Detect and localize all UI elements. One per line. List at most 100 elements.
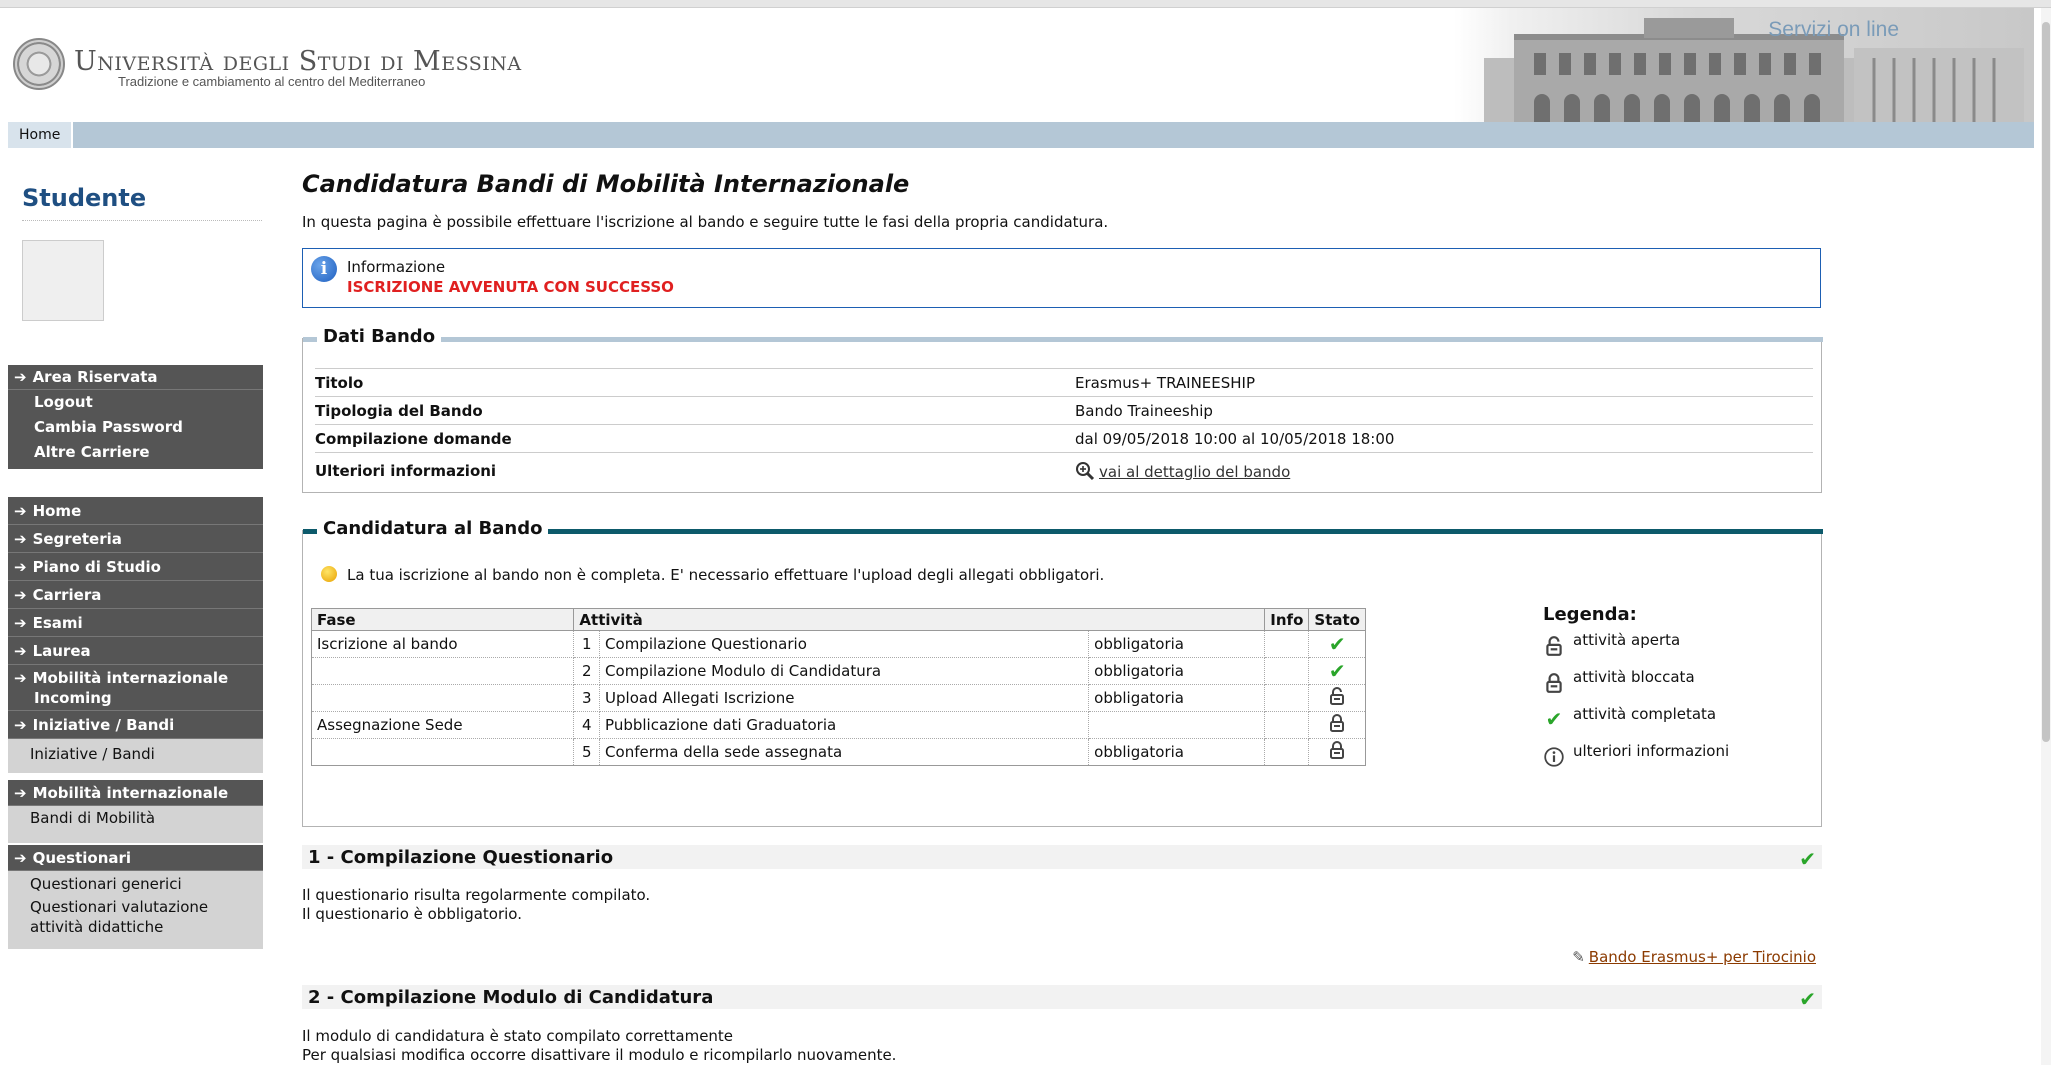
zoom-in-icon xyxy=(1076,461,1095,480)
page-description: In questa pagina è possibile effettuare … xyxy=(302,213,1109,231)
sidebar-item-esami[interactable]: ➔ Esami xyxy=(8,609,263,637)
banner-title: Servizi on line xyxy=(1768,18,1899,41)
cell-num: 2 xyxy=(573,657,601,685)
row-key: Ulteriori informazioni xyxy=(315,461,497,480)
cell-obbligatoria: obbligatoria xyxy=(1088,630,1266,658)
sidebar-item-label: Piano di Studio xyxy=(32,558,161,576)
legenda-item: attività bloccata xyxy=(1543,668,1803,705)
scrollbar-thumb[interactable] xyxy=(2042,22,2050,742)
table-row: Titolo Erasmus+ TRAINEESHIP xyxy=(315,368,1813,397)
sidebar-subitem-iniziative-bandi[interactable]: Iniziative / Bandi xyxy=(8,739,263,773)
area-riservata-label: Area Riservata xyxy=(32,368,158,386)
sidebar-item-label: Iniziative / Bandi xyxy=(32,716,175,734)
sidebar-item-questionari[interactable]: ➔ Questionari xyxy=(8,845,263,871)
col-stato: Stato xyxy=(1308,608,1366,631)
cell-attivita: Conferma della sede assegnata xyxy=(599,738,1090,766)
cell-stato: ✔ xyxy=(1308,657,1366,685)
university-name[interactable]: Università degli Studi di Messina xyxy=(74,46,522,77)
arrow-right-icon: ➔ xyxy=(14,614,27,632)
table-row: Iscrizione al bando 1 Compilazione Quest… xyxy=(310,630,1366,658)
sidebar-item-label: Esami xyxy=(32,614,83,632)
section-questionario-header: 1 - Compilazione Questionario ✔ xyxy=(302,845,1822,871)
page-title: Candidatura Bandi di Mobilità Internazio… xyxy=(302,170,910,198)
top-navbar: Home xyxy=(8,122,2034,148)
phase-table: Fase Attività Info Stato Iscrizione al b… xyxy=(310,608,1366,766)
page-scrollbar[interactable] xyxy=(2041,8,2051,1065)
row-key: Compilazione domande xyxy=(315,424,1075,453)
bando-erasmus-link[interactable]: ✎ Bando Erasmus+ per Tirocinio xyxy=(1572,948,1816,966)
section-questionario-line-1: Il questionario risulta regolarmente com… xyxy=(302,886,651,904)
university-seal-logo[interactable] xyxy=(13,38,65,90)
bando-erasmus-link-text[interactable]: Bando Erasmus+ per Tirocinio xyxy=(1589,948,1816,966)
cell-stato[interactable] xyxy=(1308,684,1366,712)
questionari-block: ➔ Questionari Questionari generici Questi… xyxy=(8,845,263,949)
col-fase: Fase xyxy=(310,608,575,631)
sidebar-title: Studente xyxy=(22,184,147,212)
cell-num: 5 xyxy=(573,738,601,766)
sidebar-item-mobilita-internazionale[interactable]: ➔ Mobilità internazionale xyxy=(8,780,263,806)
col-info: Info xyxy=(1264,608,1310,631)
section-modulo-title: 2 - Compilazione Modulo di Candidatura xyxy=(308,987,714,1008)
area-riservata-block: ➔ Area Riservata Logout Cambia Password A… xyxy=(8,365,263,469)
sidebar-subitem-bandi-mobilita[interactable]: Bandi di Mobilità xyxy=(8,806,263,843)
check-icon: ✔ xyxy=(1328,631,1346,656)
sidebar-item-iniziative-bandi[interactable]: ➔ Iniziative / Bandi xyxy=(8,711,263,739)
legenda-label: ulteriori informazioni xyxy=(1573,742,1730,760)
cell-attivita: Compilazione Modulo di Candidatura xyxy=(599,657,1090,685)
sidebar-subitem-questionari-valutazione[interactable]: Questionari valutazione attività didatti… xyxy=(8,894,263,949)
row-value: Erasmus+ TRAINEESHIP xyxy=(1075,368,1813,397)
table-row: Ulteriori informazioni vai al dettaglio … xyxy=(315,453,1813,489)
dettaglio-bando-link[interactable]: vai al dettaglio del bando xyxy=(1099,463,1290,481)
sidebar-item-laurea[interactable]: ➔ Laurea xyxy=(8,637,263,665)
table-row: 5 Conferma della sede assegnata obbligat… xyxy=(310,738,1366,766)
cell-info xyxy=(1264,684,1310,712)
lock-open-icon[interactable] xyxy=(1327,686,1347,706)
dettaglio-bando-cell: vai al dettaglio del bando xyxy=(1075,453,1813,489)
table-header-row: Fase Attività Info Stato xyxy=(310,608,1366,631)
section-questionario-line-2: Il questionario è obbligatorio. xyxy=(302,905,522,923)
table-row: 2 Compilazione Modulo di Candidatura obb… xyxy=(310,657,1366,685)
sidebar-item-segreteria[interactable]: ➔ Segreteria xyxy=(8,525,263,553)
mobilita-block: ➔ Mobilità internazionale Bandi di Mobili… xyxy=(8,780,263,843)
sidebar-subitem-questionari-generici[interactable]: Questionari generici xyxy=(8,871,263,894)
sidebar-item-label: Mobilità internazionale xyxy=(32,784,229,802)
arrow-right-icon: ➔ xyxy=(14,669,27,687)
sidebar-item-logout[interactable]: Logout xyxy=(8,390,263,415)
warning-dot-icon xyxy=(321,566,337,582)
cell-info xyxy=(1264,738,1310,766)
cell-stato xyxy=(1308,738,1366,766)
nav-home-link[interactable]: Home xyxy=(8,122,74,148)
row-value: Bando Traineeship xyxy=(1075,396,1813,425)
sidebar-item-label: Laurea xyxy=(32,642,91,660)
cell-fase xyxy=(310,657,575,685)
lock-closed-icon xyxy=(1330,714,1345,732)
sidebar-item-carriera[interactable]: ➔ Carriera xyxy=(8,581,263,609)
sidebar-item-altre-carriere[interactable]: Altre Carriere xyxy=(8,440,263,469)
cell-obbligatoria xyxy=(1088,711,1266,739)
section-modulo-line-1: Il modulo di candidatura è stato compila… xyxy=(302,1027,734,1045)
pencil-icon: ✎ xyxy=(1572,948,1585,966)
dati-bando-header: Dati Bando xyxy=(303,326,1823,350)
cell-stato xyxy=(1308,711,1366,739)
sidebar-item-cambia-password[interactable]: Cambia Password xyxy=(8,415,263,440)
table-row: Tipologia del Bando Bando Traineeship xyxy=(315,396,1813,425)
university-motto: Tradizione e cambiamento al centro del M… xyxy=(118,74,426,89)
cell-info xyxy=(1264,657,1310,685)
sidebar-item-home[interactable]: ➔ Home xyxy=(8,497,263,525)
info-icon xyxy=(1544,747,1564,767)
lock-closed-icon xyxy=(1330,741,1345,759)
arrow-right-icon: ➔ xyxy=(14,784,27,802)
site-header: Università degli Studi di Messina Tradiz… xyxy=(8,8,2034,122)
legenda-panel: Legenda: attività aperta attività blocca… xyxy=(1543,604,1803,779)
cell-attivita: Compilazione Questionario xyxy=(599,630,1090,658)
legenda-title: Legenda: xyxy=(1543,604,1637,625)
legenda-item: ulteriori informazioni xyxy=(1543,742,1803,779)
cell-info xyxy=(1264,711,1310,739)
cell-info xyxy=(1264,630,1310,658)
cell-num: 4 xyxy=(573,711,601,739)
cell-obbligatoria: obbligatoria xyxy=(1088,657,1266,685)
main-menu-block: ➔ Home ➔ Segreteria ➔ Piano di Studio ➔ Carr… xyxy=(8,497,263,773)
area-riservata-header[interactable]: ➔ Area Riservata xyxy=(8,365,263,390)
sidebar-item-mobilita-incoming[interactable]: ➔ Mobilità internazionale Incoming xyxy=(8,665,263,711)
sidebar-item-piano-di-studio[interactable]: ➔ Piano di Studio xyxy=(8,553,263,581)
